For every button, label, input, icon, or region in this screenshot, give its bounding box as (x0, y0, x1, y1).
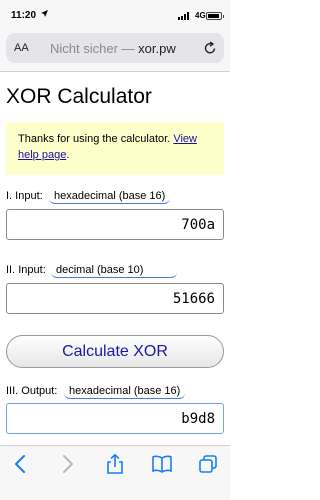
output-field[interactable]: b9d8 (6, 403, 224, 434)
input2-field[interactable]: 51666 (6, 283, 224, 314)
calculate-xor-button[interactable]: Calculate XOR (6, 335, 224, 368)
browser-address-area: AA Nicht sicher — xor.pw (0, 30, 230, 72)
notice-text: Thanks for using the calculator. (18, 133, 174, 145)
share-icon[interactable] (104, 453, 126, 475)
page-title: XOR Calculator (6, 85, 152, 108)
browser-toolbar (0, 445, 230, 500)
security-warning: Nicht sicher — (50, 41, 139, 56)
clock: 11:20 (11, 10, 37, 21)
url-display[interactable]: Nicht sicher — xor.pw (50, 41, 176, 56)
input1-format-select[interactable]: hexadecimal (base 16) (49, 189, 171, 204)
notice-end: . (66, 149, 70, 161)
text-size-button[interactable]: AA (14, 42, 29, 54)
address-bar[interactable]: AA Nicht sicher — xor.pw (6, 33, 224, 63)
input1-label: I. Input: (6, 190, 43, 202)
reload-icon[interactable] (202, 40, 218, 56)
input2-format-select[interactable]: decimal (base 10) (51, 263, 177, 278)
status-bar: 11:20 4G (0, 0, 230, 30)
input1-field[interactable]: 700a (6, 209, 224, 240)
back-icon[interactable] (10, 453, 32, 475)
tabs-icon[interactable] (197, 453, 219, 475)
forward-icon[interactable] (56, 453, 78, 475)
notice-box: Thanks for using the calculator. View he… (6, 122, 224, 175)
location-arrow-icon (41, 10, 48, 17)
network-type: 4G (195, 11, 206, 20)
bookmarks-icon[interactable] (151, 453, 173, 475)
battery-icon (206, 12, 224, 20)
url-domain: xor.pw (138, 41, 176, 56)
output-format-select[interactable]: hexadecimal (base 16) (64, 384, 186, 399)
input2-label: II. Input: (6, 264, 46, 276)
output-label: III. Output: (6, 385, 58, 397)
signal-icon (178, 12, 192, 20)
